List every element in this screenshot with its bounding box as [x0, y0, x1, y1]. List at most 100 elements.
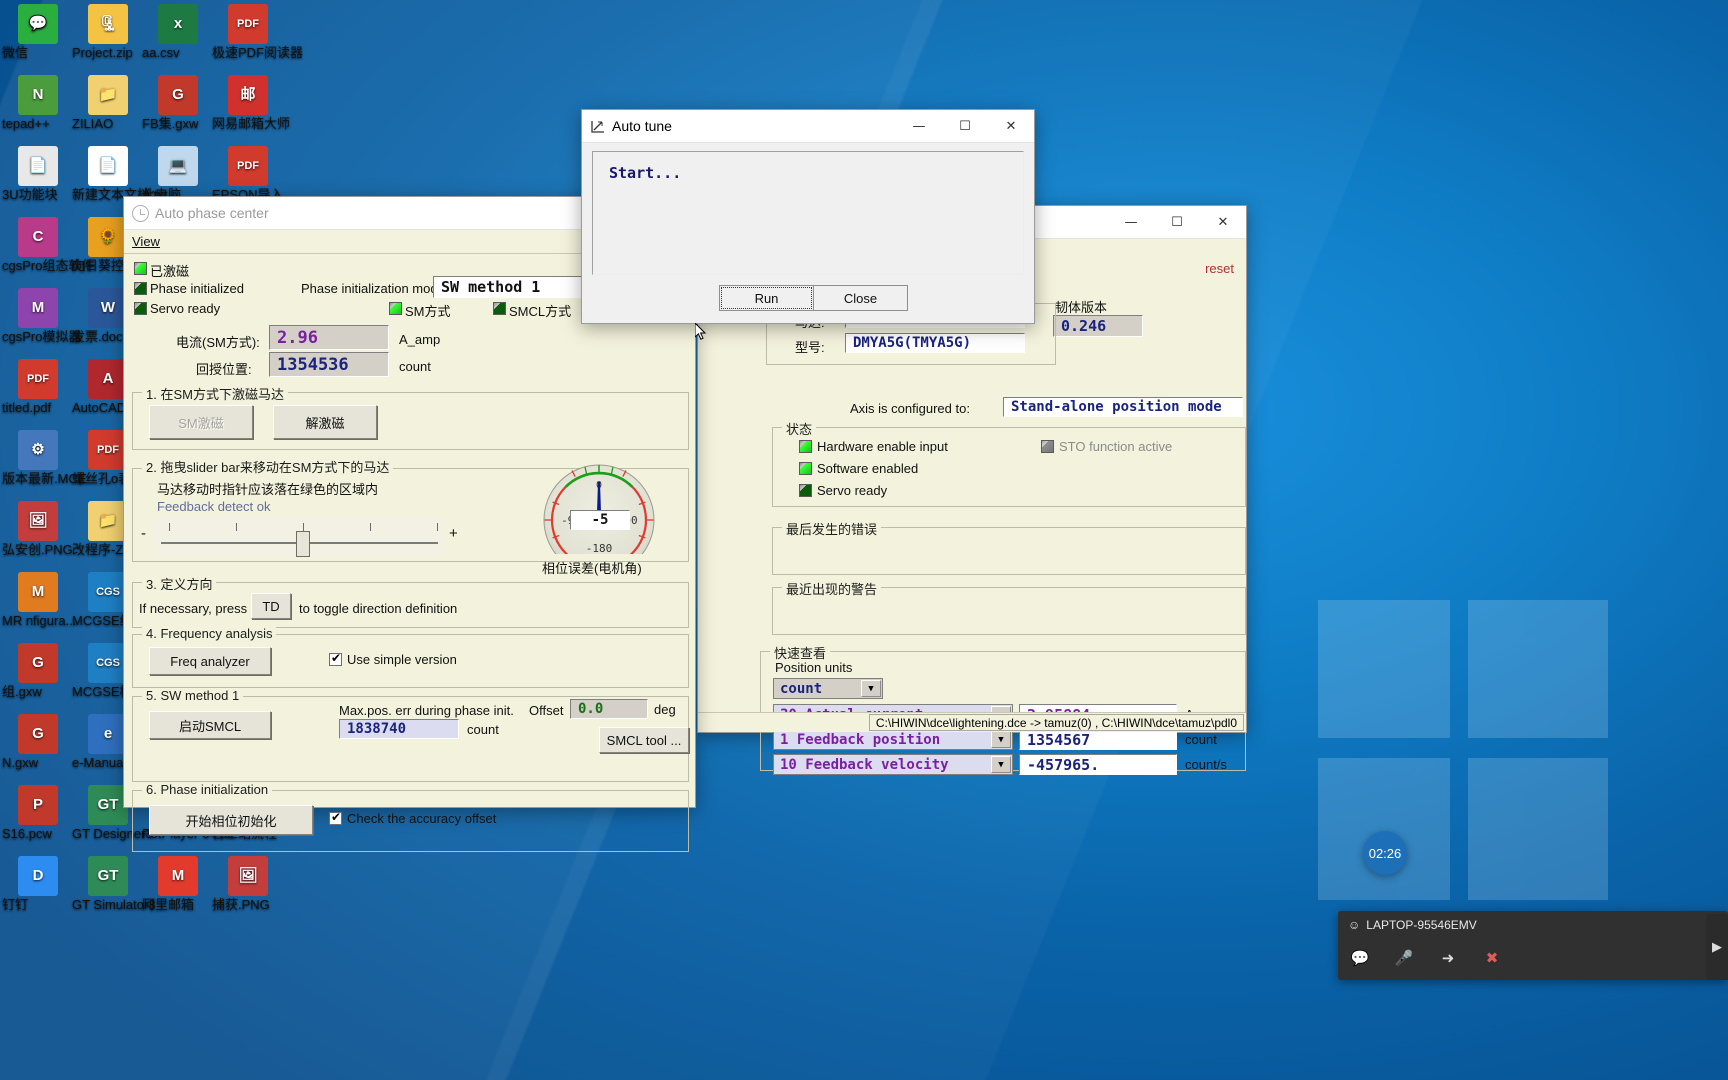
desktop-icon-glyph: PDF — [88, 430, 128, 470]
offset-label: Offset — [529, 703, 564, 718]
offset-value[interactable]: 0.0 — [570, 699, 648, 719]
servo-maximize-button[interactable]: ☐ — [1154, 206, 1200, 239]
desktop-icon[interactable]: 🖼 弘安创.PNG — [2, 501, 74, 556]
led-sm-mode — [389, 302, 402, 315]
desktop-icon[interactable]: CcgsPro组态软件 — [2, 217, 94, 272]
sm-energize-button[interactable]: SM激磁 — [149, 405, 253, 439]
auto-tune-close-action-button[interactable]: Close — [813, 285, 908, 311]
auto-tune-dialog[interactable]: Auto tune — ☐ ✕ Start... Run Close — [581, 109, 1035, 324]
desktop-icon[interactable]: GT GT Simulator3 — [72, 856, 156, 911]
desktop-icon[interactable]: PDF titled.pdf — [2, 359, 74, 414]
desktop-icon[interactable]: P S16.pcw — [2, 785, 74, 840]
desktop-icon-label: FB集.gxw — [142, 116, 199, 131]
use-simple-version-label: Use simple version — [347, 652, 457, 667]
desktop-icon[interactable]: G 组.gxw — [2, 643, 74, 698]
firmware-value: 0.246 — [1053, 315, 1143, 337]
led-smcl-mode — [493, 302, 506, 315]
desktop-icon-label: cgsPro模拟器 — [2, 329, 82, 344]
quick-view-group: 快速查看 Position units count ▼ 30 Actual cu… — [760, 643, 1246, 775]
servo-close-button[interactable]: ✕ — [1200, 206, 1246, 239]
check-accuracy-offset-checkbox[interactable] — [329, 810, 342, 825]
auto-tune-titlebar[interactable]: Auto tune — ☐ ✕ — [582, 110, 1034, 143]
quick-row-1-combo[interactable]: 1 Feedback position ▼ — [773, 729, 1013, 750]
cursor-icon[interactable]: ➜ — [1426, 939, 1470, 977]
max-pos-err-label: Max.pos. err during phase init. — [339, 703, 514, 718]
position-units-label: Position units — [775, 660, 853, 675]
auto-tune-log-line: Start... — [609, 164, 682, 182]
desktop-icon-glyph: W — [88, 288, 128, 328]
auto-tune-minimize-button[interactable]: — — [896, 110, 942, 143]
current-sm-value: 2.96 — [269, 325, 389, 350]
stop-icon[interactable]: ✖ — [1470, 939, 1514, 977]
desktop-icon[interactable]: 🖼 捕获.PNG — [212, 856, 284, 911]
auto-tune-run-button[interactable]: Run — [719, 285, 814, 311]
desktop-icon[interactable]: 📄 新建文本文档.txt — [72, 146, 167, 201]
remote-tool-icons[interactable]: 💬 🎤 ➜ ✖ ▶ — [1338, 914, 1728, 980]
desktop-icon[interactable]: M MR nfigura... — [2, 572, 76, 627]
demagnetize-button[interactable]: 解激磁 — [273, 405, 377, 439]
desktop-icon-glyph: GT — [88, 856, 128, 896]
led-label-sm-mode: SM方式 — [405, 304, 451, 319]
remote-device-name: LAPTOP-95546EMV — [1366, 918, 1477, 932]
desktop-icon[interactable]: PDF EPSON导入 — [212, 146, 284, 201]
position-units-combo[interactable]: count ▼ — [773, 678, 883, 699]
desktop-icon[interactable]: D 钉钉 — [2, 856, 74, 911]
position-slider[interactable] — [153, 517, 443, 557]
mic-icon[interactable]: 🎤 — [1382, 939, 1426, 977]
chevron-down-icon[interactable]: ▼ — [991, 756, 1011, 773]
quick-row-2-combo[interactable]: 10 Feedback velocity ▼ — [773, 754, 1013, 775]
mouse-cursor — [694, 321, 707, 341]
desktop-icon[interactable]: M 阿里邮箱 — [142, 856, 214, 911]
slider-thumb[interactable] — [296, 531, 310, 557]
remote-control-bar[interactable]: ☺ LAPTOP-95546EMV 💬 🎤 ➜ ✖ ▶ — [1338, 911, 1728, 980]
freq-analyzer-button[interactable]: Freq analyzer — [149, 647, 271, 675]
desktop-icon[interactable]: Ntepad++ — [2, 75, 74, 130]
phase-error-gauge: 0 -90 90 -180 -5 — [541, 462, 657, 576]
desktop-icon[interactable]: 邮网易邮箱大师 — [212, 75, 290, 130]
clock-bubble[interactable]: 02:26 — [1363, 831, 1407, 875]
servo-minimize-button[interactable]: — — [1108, 206, 1154, 239]
auto-tune-body: Start... Run Close — [582, 143, 1034, 323]
desktop-icon[interactable]: 💬 微信 — [2, 4, 74, 59]
use-simple-version-checkbox[interactable] — [329, 651, 342, 666]
chevron-down-icon[interactable]: ▼ — [991, 731, 1011, 748]
section-6-group: 6. Phase initialization 开始相位初始化 Check th… — [132, 782, 689, 852]
auto-tune-maximize-button[interactable]: ☐ — [942, 110, 988, 143]
reset-link[interactable]: reset — [1205, 261, 1234, 276]
desktop-icon-glyph: 📄 — [88, 146, 128, 186]
quick-row-2-value: -457965. — [1019, 754, 1177, 775]
desktop-icon[interactable]: McgsPro模拟器 — [2, 288, 81, 343]
slider-plus-label: + — [449, 525, 458, 542]
desktop-icon[interactable]: G FB集.gxw — [142, 75, 214, 130]
start-smcl-button[interactable]: 启动SMCL — [149, 711, 271, 739]
chevron-down-icon[interactable]: ▼ — [861, 680, 881, 697]
desktop-icon-label: ZILIAO — [72, 116, 114, 131]
section-4-legend: 4. Frequency analysis — [142, 626, 277, 641]
desktop-icon[interactable]: ⚙ 版本最新.MCE — [2, 430, 87, 485]
desktop-icon-glyph: D — [18, 856, 58, 896]
desktop-icon-label: Project.zip — [72, 45, 133, 60]
toggle-direction-button[interactable]: TD — [251, 593, 291, 619]
menu-item-view[interactable]: View — [132, 234, 160, 249]
desktop-icon[interactable]: 📄 3U功能块 — [2, 146, 74, 201]
desktop-icon[interactable]: x aa.csv — [142, 4, 214, 59]
desktop-icon[interactable]: 📁 ZILIAO — [72, 75, 144, 130]
last-error-group: 最后发生的错误 — [772, 519, 1246, 575]
desktop-icon[interactable]: G N.gxw — [2, 714, 74, 769]
led-software-enabled — [799, 462, 812, 475]
desktop-icon[interactable]: 💻 此电脑 — [142, 146, 214, 201]
desktop-icon-glyph: PDF — [18, 359, 58, 399]
play-icon[interactable]: ▶ — [1706, 914, 1728, 980]
statusbar-path: C:\HIWIN\dce\lightening.dce -> tamuz(0) … — [868, 714, 1244, 731]
chat-icon[interactable]: 💬 — [1338, 939, 1382, 977]
auto-tune-close-button[interactable]: ✕ — [988, 110, 1034, 143]
start-phase-init-button[interactable]: 开始相位初始化 — [149, 805, 313, 835]
desktop-icon[interactable]: PDF 极速PDF阅读器 — [212, 4, 303, 59]
desktop-icon-label: 阿里邮箱 — [142, 897, 195, 912]
feedback-pos-value: 1354536 — [269, 352, 389, 377]
desktop-icon-glyph: C — [18, 217, 58, 257]
smcl-tool-button[interactable]: SMCL tool ... — [599, 727, 689, 753]
auto-tune-title: Auto tune — [612, 118, 672, 134]
desktop-icon[interactable]: 🗜 Project.zip — [72, 4, 144, 59]
quick-row-1-value: 1354567 — [1019, 729, 1177, 750]
